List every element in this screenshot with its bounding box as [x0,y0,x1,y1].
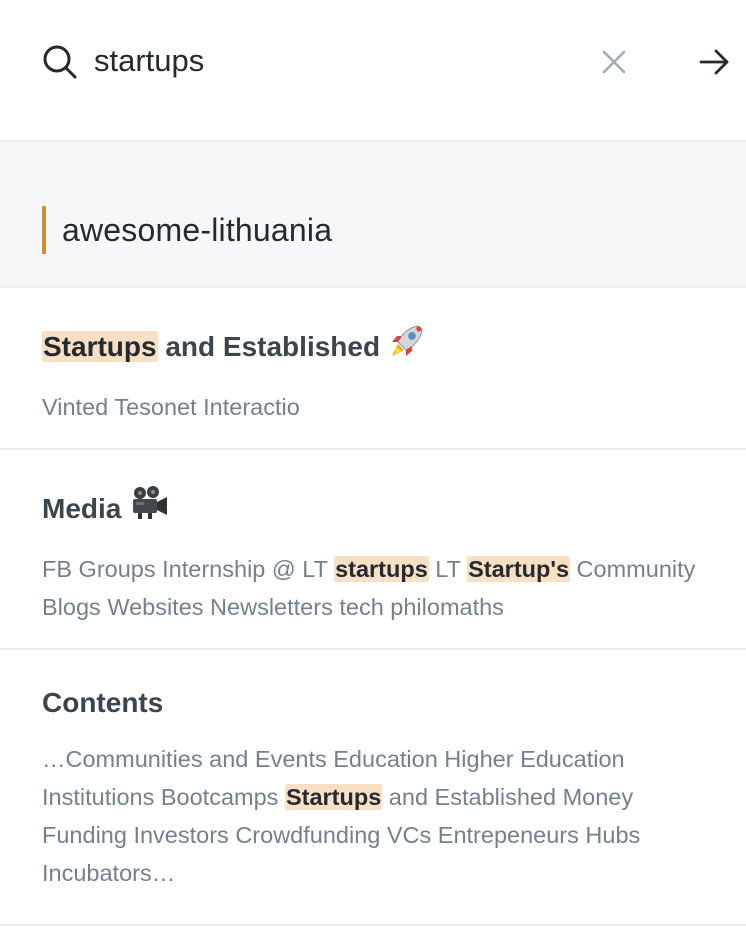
title-highlight: Startups [42,331,158,362]
text-segment: Contents [42,687,164,718]
search-result[interactable]: Startups and Established Vinted Tesonet … [0,288,746,450]
result-title: Contents [42,684,704,722]
arrow-right-icon[interactable] [696,44,732,80]
snippet-highlight: Startups [284,784,383,810]
snippet-highlight: startups [334,556,429,582]
space-accent-bar [42,206,46,254]
search-result[interactable]: Media FB Groups Internship @ LT startups… [0,450,746,650]
text-segment: and Established [157,331,381,362]
text-segment: LT [428,556,468,582]
snippet-highlight: Startup's [467,556,571,582]
movie-camera-icon [129,484,169,532]
text-segment: Media [42,493,122,524]
search-result[interactable]: Contents …Communities and Events Educati… [0,650,746,926]
space-header[interactable]: awesome-lithuania [0,142,746,288]
clear-search-icon[interactable] [598,46,630,78]
result-snippet: Vinted Tesonet Interactio [42,388,704,426]
search-input[interactable] [94,36,574,86]
search-icon [43,45,77,79]
search-bar [0,0,746,142]
text-segment: FB Groups Internship @ LT [42,556,335,582]
result-title: Startups and Established [42,322,704,370]
space-title: awesome-lithuania [62,212,333,248]
result-snippet: …Communities and Events Education Higher… [42,740,704,892]
rocket-icon [388,322,426,370]
result-title: Media [42,484,704,532]
text-segment: Vinted Tesonet Interactio [42,394,300,420]
result-snippet: FB Groups Internship @ LT startups LT St… [42,550,704,626]
